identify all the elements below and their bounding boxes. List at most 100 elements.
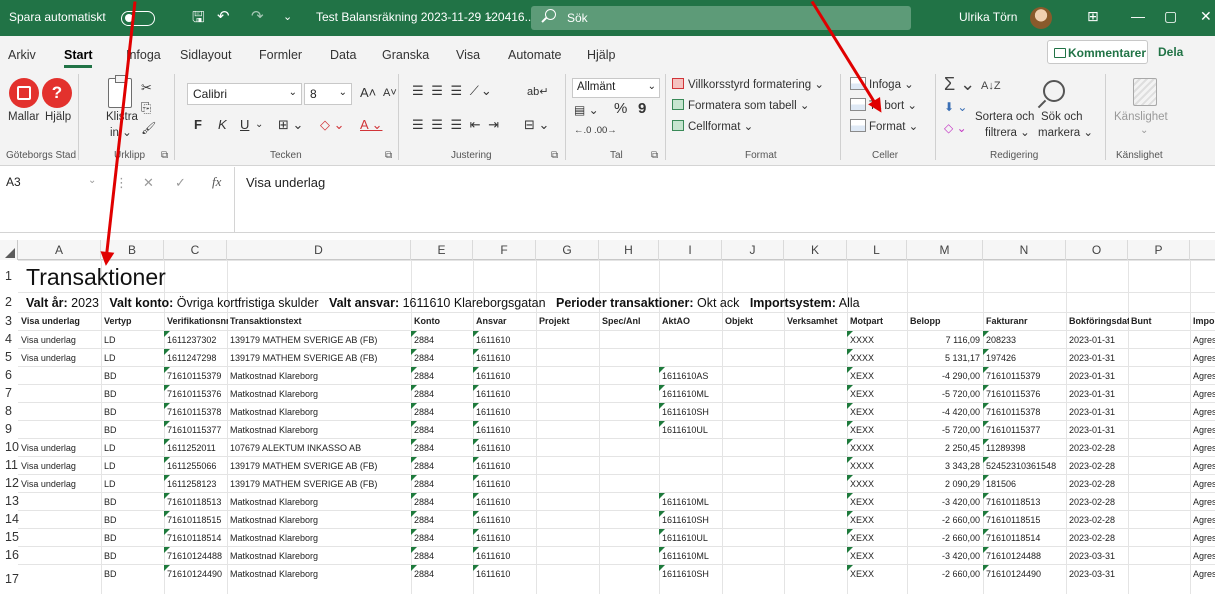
row-header-15[interactable]: 15 [5,530,23,544]
table-cell[interactable]: 3 343,28 [907,461,980,471]
table-cell[interactable]: LD [104,353,116,363]
table-cell[interactable]: 1611610ML [659,385,709,399]
table-cell[interactable]: Agres [1193,389,1215,399]
column-title-cell[interactable]: Fakturanr [986,316,1028,326]
search-box[interactable]: Sök [531,6,911,30]
paste-icon[interactable] [108,75,132,108]
number-launcher-icon[interactable]: ⧉ [651,150,658,161]
column-header-n[interactable]: N [983,240,1066,260]
enter-icon[interactable]: ✓ [175,175,186,191]
table-cell[interactable]: 1611610ML [659,547,709,561]
sort-filter-icon[interactable]: A↓Z [981,80,1001,92]
cell-styles-button[interactable]: Cellformat ⌄ [688,119,753,133]
cancel-icon[interactable]: ✕ [143,175,154,191]
fill-icon[interactable]: ⬇ ⌄ [944,100,967,114]
show-basis-link[interactable]: Visa underlag [21,335,76,345]
conditional-formatting-button[interactable]: Villkorsstyrd formatering ⌄ [688,77,824,91]
table-cell[interactable]: 1611610 [472,421,510,435]
table-cell[interactable]: 1611610SH [659,565,709,579]
clear-icon[interactable]: ◇ ⌄ [944,121,967,135]
table-cell[interactable]: 71610118514 [982,529,1040,543]
chevron-down-icon[interactable]: ⌄ [1140,125,1148,136]
column-title-cell[interactable]: Bokföringsdat [1069,316,1129,326]
tab-automate[interactable]: Automate [508,48,562,62]
fill-color-icon[interactable]: ◇ ⌄ [320,117,345,133]
cut-icon[interactable]: ✂ [141,80,152,96]
column-header-f[interactable]: F [473,240,536,260]
table-cell[interactable]: XXXX [846,331,874,345]
wrap-text-icon[interactable]: ab↵ [527,85,548,98]
vertical-align-icons[interactable]: ☰ ☰ ☰ ⟋⌄ [412,83,494,99]
table-cell[interactable]: 71610118514 [163,529,221,543]
table-cell[interactable]: 197426 [982,349,1016,363]
column-header-d[interactable]: D [227,240,411,260]
comments-button[interactable]: Kommentarer [1047,40,1148,64]
show-basis-link[interactable]: Visa underlag [21,479,76,489]
font-launcher-icon[interactable]: ⧉ [385,150,392,161]
font-name-select[interactable]: Calibri ⌄ [187,83,302,105]
table-cell[interactable]: 1611610 [472,403,510,417]
row-header-6[interactable]: 6 [5,368,23,382]
tab-visa[interactable]: Visa [456,48,480,62]
row-header-2[interactable]: 2 [5,295,23,309]
sensitivity-button[interactable]: Känslighet [1114,111,1168,123]
table-cell[interactable]: Agres [1193,569,1215,579]
table-cell[interactable]: LD [104,335,116,345]
column-header-a[interactable]: A [18,240,101,260]
table-cell[interactable]: 2 090,29 [907,479,980,489]
table-cell[interactable]: Matkostnad Klareborg [230,407,318,417]
table-cell[interactable]: 1611610 [472,511,510,525]
column-header-g[interactable]: G [536,240,599,260]
table-cell[interactable]: 52452310361548 [982,457,1056,471]
table-cell[interactable]: 2023-01-31 [1069,389,1115,399]
italic-button[interactable]: K [218,117,227,132]
column-title-cell[interactable]: Ansvar [476,316,507,326]
row-header-9[interactable]: 9 [5,422,23,436]
tab-formler[interactable]: Formler [259,48,302,62]
tab-hjalp[interactable]: Hjälp [587,48,616,62]
table-cell[interactable]: XXXX [846,439,874,453]
table-cell[interactable]: 181506 [982,475,1016,489]
table-cell[interactable]: 1611610 [472,529,510,543]
table-cell[interactable]: BD [104,407,117,417]
show-basis-link[interactable]: Visa underlag [21,353,76,363]
table-cell[interactable]: BD [104,389,117,399]
table-cell[interactable]: BD [104,497,117,507]
quick-access-caret-icon[interactable]: ⌄ [283,10,292,23]
find-select-caret[interactable]: markera ⌄ [1038,125,1093,139]
table-cell[interactable]: 1611610UL [659,421,708,435]
table-cell[interactable]: 1611610 [472,457,510,471]
column-header-j[interactable]: J [722,240,784,260]
table-cell[interactable]: 1611610AS [658,367,708,381]
table-cell[interactable]: 71610115378 [163,403,221,417]
table-cell[interactable]: 71610115377 [982,421,1040,435]
row-header-14[interactable]: 14 [5,512,23,526]
minimize-icon[interactable]: — [1131,8,1145,24]
table-cell[interactable]: XEXX [846,511,874,525]
table-cell[interactable]: BD [104,371,117,381]
name-box[interactable]: A3 [6,175,21,189]
bold-button[interactable]: F [194,117,202,132]
column-header-i[interactable]: I [659,240,722,260]
column-title-cell[interactable]: Transaktionstext [230,316,302,326]
formula-input[interactable]: Visa underlag [246,175,325,190]
table-cell[interactable]: 1611610 [472,439,510,453]
decimals-icons[interactable]: ←.0 .00→ [574,125,617,136]
shrink-font-icon[interactable]: A˅ [383,87,397,99]
column-title-cell[interactable]: AktAO [662,316,690,326]
column-title-cell[interactable]: Projekt [539,316,570,326]
table-cell[interactable]: 2023-01-31 [1069,425,1115,435]
chevron-down-icon[interactable]: ⌄ [255,119,263,130]
avatar[interactable] [1030,7,1052,29]
column-title-cell[interactable]: Spec/Anl [602,316,641,326]
table-cell[interactable]: -3 420,00 [907,551,980,561]
row-header-16[interactable]: 16 [5,548,23,562]
table-cell[interactable]: 1611247298 [163,349,216,363]
table-cell[interactable]: Agres [1193,407,1215,417]
table-cell[interactable]: 1611610 [472,367,510,381]
table-cell[interactable]: 1611610UL [659,529,708,543]
table-cell[interactable]: 71610118515 [163,511,221,525]
copy-icon[interactable]: ⎘ [141,100,151,116]
sort-filter-caret[interactable]: filtrera ⌄ [985,125,1030,139]
table-cell[interactable]: BD [104,515,117,525]
